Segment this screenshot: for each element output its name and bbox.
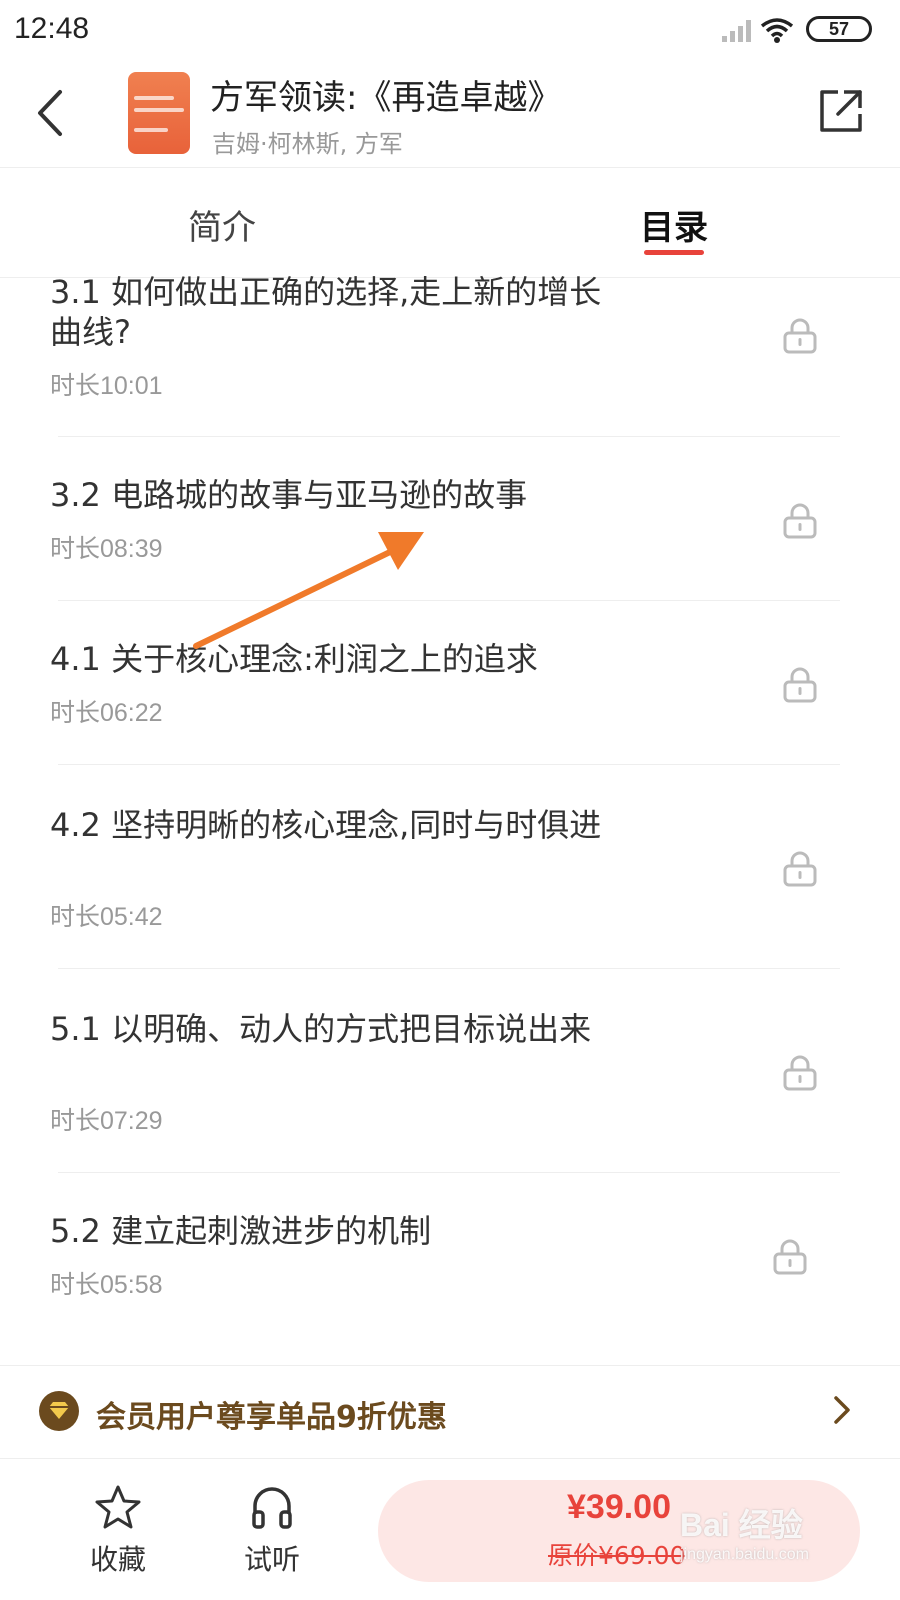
chapter-title: 5.1 以明确、动人的方式把目标说出来 bbox=[50, 1010, 592, 1048]
lock-icon bbox=[783, 667, 817, 703]
chapter-title: 4.1 关于核心理念:利润之上的追求 bbox=[50, 640, 538, 678]
listen-label: 试听 bbox=[243, 1543, 300, 1576]
chapter-duration: 时长05:42 bbox=[50, 903, 163, 931]
member-discount-bar[interactable]: 会员用户尊享单品9折优惠 bbox=[0, 1365, 900, 1459]
chapter-duration: 时长06:22 bbox=[50, 699, 163, 727]
list-item[interactable]: 5.1 以明确、动人的方式把目标说出来 时长07:29 bbox=[0, 969, 900, 1173]
watermark-sub: jingyan.baidu.com bbox=[680, 1546, 809, 1563]
chevron-right-icon bbox=[834, 1396, 850, 1424]
chapter-title: 4.2 坚持明晰的核心理念,同时与时俱进 bbox=[50, 806, 602, 844]
list-item[interactable]: 4.2 坚持明晰的核心理念,同时与时俱进 时长05:42 bbox=[0, 765, 900, 969]
lock-icon bbox=[783, 1055, 817, 1091]
watermark-main: Bai 经验 bbox=[680, 1507, 803, 1543]
chapter-duration: 时长10:01 bbox=[50, 372, 163, 400]
original-price: 原价¥69.00 bbox=[548, 1541, 686, 1570]
wifi-icon bbox=[760, 18, 794, 43]
chapter-duration: 时长07:29 bbox=[50, 1107, 163, 1135]
headphones-icon bbox=[252, 1487, 292, 1529]
list-item[interactable]: 5.2 建立起刺激进步的机制 时长05:58 bbox=[0, 1173, 900, 1337]
favorite-button[interactable]: 收藏 bbox=[68, 1484, 168, 1578]
list-item[interactable]: 4.1 关于核心理念:利润之上的追求 时长06:22 bbox=[0, 601, 900, 765]
signal-icon bbox=[722, 20, 751, 42]
app-header: 方军领读:《再造卓越》 吉姆·柯林斯, 方军 bbox=[0, 62, 900, 168]
member-discount-text: 会员用户尊享单品9折优惠 bbox=[96, 1400, 447, 1435]
chapter-duration: 时长05:58 bbox=[50, 1271, 163, 1299]
list-item[interactable]: 3.2 电路城的故事与亚马逊的故事 时长08:39 bbox=[0, 437, 900, 601]
share-icon[interactable] bbox=[818, 88, 864, 134]
chapter-title: 3.1 如何做出正确的选择,走上新的增长曲线? bbox=[50, 273, 602, 351]
favorite-label: 收藏 bbox=[89, 1543, 146, 1576]
lock-icon bbox=[783, 318, 817, 354]
battery-indicator: 57 bbox=[806, 16, 872, 42]
listen-preview-button[interactable]: 试听 bbox=[222, 1484, 322, 1578]
tab-bar: 简介 目录 bbox=[0, 170, 900, 278]
chapter-duration: 时长08:39 bbox=[50, 535, 163, 563]
book-cover-image bbox=[128, 72, 190, 154]
book-title: 方军领读:《再造卓越》 bbox=[210, 78, 562, 118]
tab-intro[interactable]: 简介 bbox=[188, 200, 256, 249]
status-time: 12:48 bbox=[14, 12, 90, 45]
status-bar: 12:48 57 bbox=[0, 0, 900, 62]
chapter-title: 3.2 电路城的故事与亚马逊的故事 bbox=[50, 476, 528, 514]
lock-icon bbox=[773, 1239, 807, 1275]
lock-icon bbox=[783, 851, 817, 887]
star-icon bbox=[95, 1485, 141, 1529]
book-author: 吉姆·柯林斯, 方军 bbox=[212, 130, 403, 158]
active-tab-indicator bbox=[644, 250, 704, 255]
back-arrow-icon[interactable] bbox=[34, 88, 66, 138]
lock-icon bbox=[783, 503, 817, 539]
list-item[interactable]: 3.1 如何做出正确的选择,走上新的增长曲线? 时长10:01 bbox=[0, 273, 900, 436]
member-vip-icon bbox=[39, 1391, 79, 1431]
tab-catalog[interactable]: 目录 bbox=[640, 200, 708, 249]
watermark: Bai 经验 jingyan.baidu.com bbox=[680, 1500, 809, 1564]
chapter-title: 5.2 建立起刺激进步的机制 bbox=[50, 1212, 432, 1250]
